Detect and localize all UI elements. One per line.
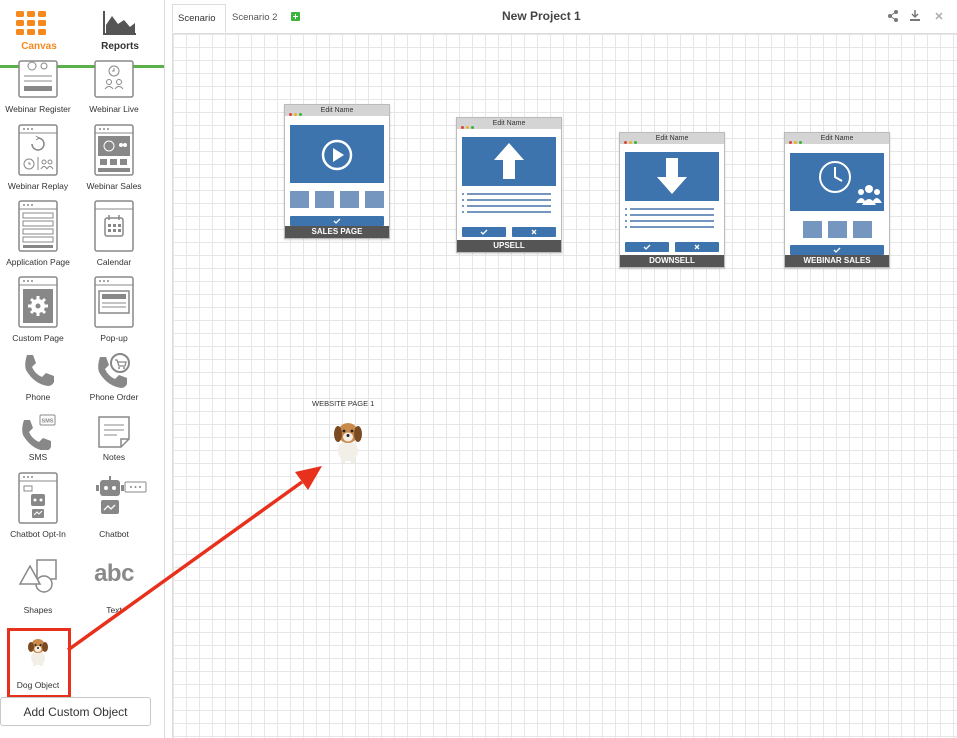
x-icon [694,244,700,250]
webinar-replay-icon [18,124,58,176]
node-preview [285,116,389,226]
object-webinar-register[interactable]: Webinar Register [0,60,76,118]
gear-page-icon [18,276,58,328]
chatbot-optin-icon [18,472,58,524]
object-label: Text [106,605,122,615]
funnel-canvas[interactable]: Edit Name SALES PAGE Edit Name UPSELL Ed… [172,33,957,738]
check-icon [333,218,341,224]
clock-icon [819,161,851,193]
svg-text:SMS: SMS [42,419,54,425]
object-chatbot[interactable]: Chatbot [76,472,152,542]
object-label: Chatbot [99,529,129,539]
object-chatbot-optin[interactable]: Chatbot Opt-In [0,472,76,542]
object-label: Webinar Live [89,104,139,114]
edit-name-label[interactable]: Edit Name [821,135,854,142]
object-webinar-sales[interactable]: Webinar Sales [76,124,152,194]
webinar-register-icon [18,60,58,98]
text-icon: abc [94,560,134,587]
node-label: SALES PAGE [285,226,389,238]
tab-reports[interactable]: Reports [81,0,159,66]
add-scenario-icon[interactable] [291,12,300,21]
edit-name-label[interactable]: Edit Name [656,135,689,142]
check-icon [643,244,651,250]
object-webinar-replay[interactable]: Webinar Replay [0,124,76,194]
node-header: Edit Name [457,118,561,129]
sms-icon: SMS [22,414,56,450]
edit-name-label[interactable]: Edit Name [321,107,354,114]
object-sms[interactable]: SMS SMS [0,412,76,467]
node-label: WEBINAR SALES [785,255,889,267]
tab-canvas[interactable]: Canvas [0,0,78,66]
dog-on-canvas-icon[interactable] [332,418,364,464]
chart-icon [103,11,136,35]
popup-icon [94,276,134,328]
object-custom-page[interactable]: Custom Page [0,276,76,346]
object-label: Webinar Sales [86,181,142,191]
arrow-down-icon [657,158,687,194]
node-header: Edit Name [785,133,889,144]
object-text[interactable]: abc Text [76,550,152,620]
close-icon[interactable] [932,9,946,23]
node-webinar-sales[interactable]: Edit Name WEBINAR SALES [784,132,890,268]
object-notes[interactable]: Notes [76,412,152,467]
x-icon [531,229,537,235]
object-phone-order[interactable]: Phone Order [76,352,152,407]
grid-icon [16,11,46,35]
notes-icon [98,416,130,448]
shapes-icon [18,559,57,593]
webinar-live-icon [94,60,134,98]
edit-name-label[interactable]: Edit Name [493,120,526,127]
node-preview [620,144,724,255]
object-label: Calendar [96,257,132,267]
check-icon [833,247,841,253]
website-page-label[interactable]: WEBSITE PAGE 1 [312,399,374,408]
node-sales-page[interactable]: Edit Name SALES PAGE [284,104,390,239]
tab-reports-label: Reports [101,41,139,52]
object-phone[interactable]: Phone [0,352,76,407]
dog-object-highlight-box [7,628,71,698]
node-header: Edit Name [620,133,724,144]
calendar-icon [94,200,134,252]
node-preview [457,129,561,240]
node-header: Edit Name [285,105,389,116]
tab-scenario-2[interactable]: Scenario 2 [227,4,282,33]
object-sidebar: Canvas Reports Webinar Register Webinar … [0,0,165,738]
node-label: UPSELL [457,240,561,252]
object-label: Phone Order [89,392,139,402]
add-custom-object-button[interactable]: Add Custom Object [0,697,151,726]
download-icon[interactable] [908,9,922,23]
node-upsell[interactable]: Edit Name UPSELL [456,117,562,253]
object-application-page[interactable]: Application Page [0,200,76,270]
tab-canvas-label: Canvas [21,41,57,52]
scenario-toolbar: Scenario 1 Scenario 2 New Project 1 [172,0,957,52]
people-icon [856,185,882,205]
node-preview [785,144,889,255]
project-title[interactable]: New Project 1 [502,9,581,23]
phone-icon [25,355,54,386]
object-label: Pop-up [100,333,128,343]
object-shapes[interactable]: Shapes [0,550,76,620]
play-icon [321,139,353,171]
tab-scenario-1[interactable]: Scenario 1 [172,4,226,52]
object-popup[interactable]: Pop-up [76,276,152,346]
node-label: DOWNSELL [620,255,724,267]
object-webinar-live[interactable]: Webinar Live [76,60,152,118]
arrow-up-icon [494,143,524,179]
object-label: Notes [102,452,126,462]
check-icon [480,229,488,235]
chatbot-icon [96,476,147,514]
webinar-sales-icon [94,124,134,176]
object-calendar[interactable]: Calendar [76,200,152,270]
phone-order-icon [98,353,130,388]
share-icon[interactable] [886,9,900,23]
node-downsell[interactable]: Edit Name DOWNSELL [619,132,725,268]
application-page-icon [18,200,58,252]
